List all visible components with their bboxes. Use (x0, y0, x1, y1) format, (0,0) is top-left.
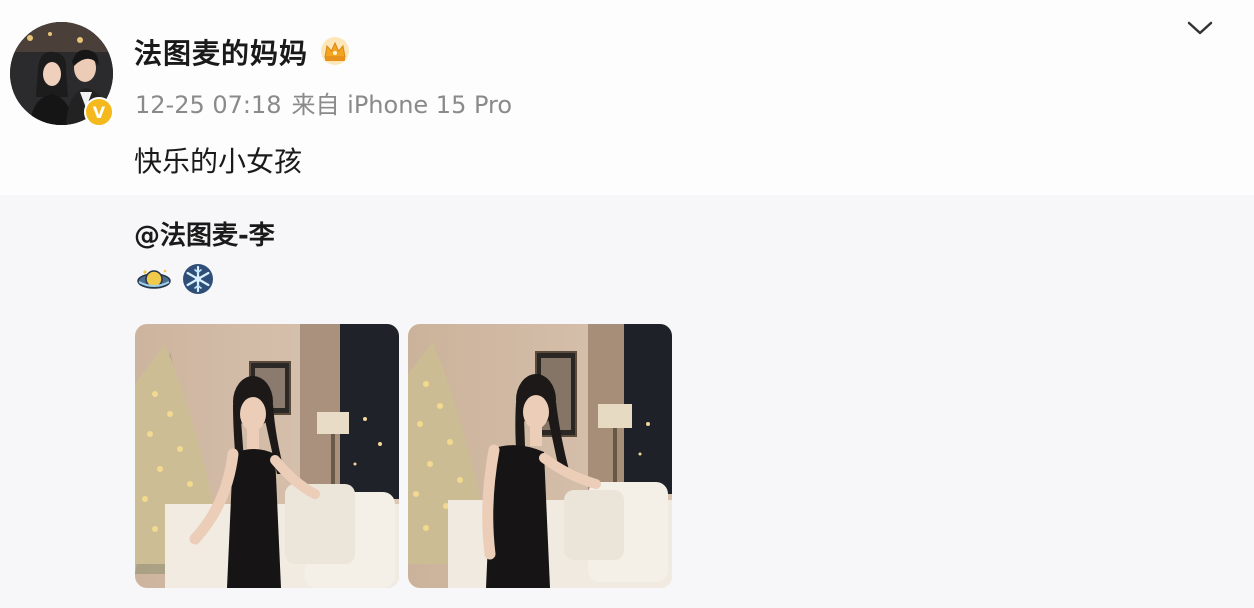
snowflake-emoji-icon (183, 264, 213, 294)
verified-badge: V (84, 97, 114, 127)
post-photo[interactable] (408, 324, 672, 588)
post-text: 快乐的小女孩 (134, 145, 303, 178)
post-meta: 12-25 07:18 来自 iPhone 15 Pro (135, 85, 522, 120)
post-source: 来自 iPhone 15 Pro (291, 91, 513, 119)
post-photo[interactable] (135, 324, 399, 588)
planet-emoji-icon (137, 269, 171, 289)
post-timestamp: 12-25 07:18 (135, 91, 282, 119)
chevron-down-icon[interactable] (1185, 16, 1215, 40)
crown-icon (321, 37, 349, 65)
author-name[interactable]: 法图麦的妈妈 (134, 32, 308, 72)
mention-link[interactable]: @法图麦-李 (134, 215, 275, 252)
